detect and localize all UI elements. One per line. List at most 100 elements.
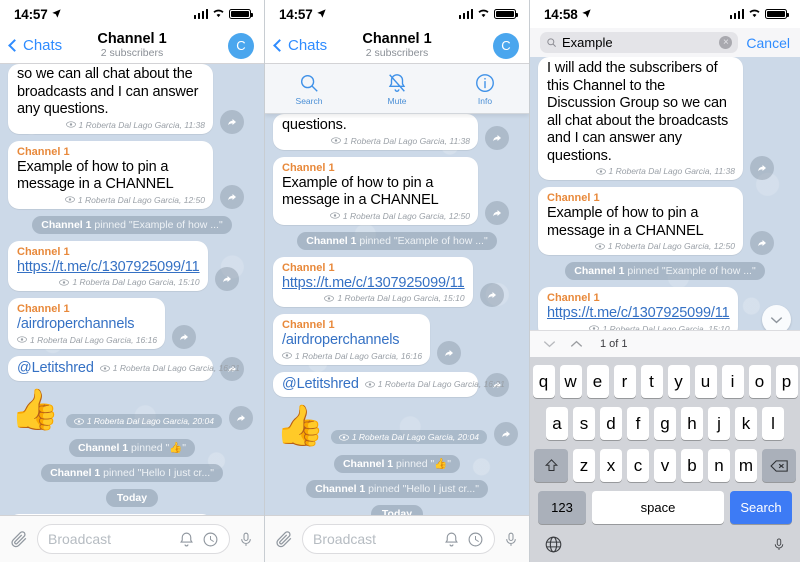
service-sender: Channel 1 [306,234,357,247]
broadcast-input[interactable]: Broadcast [302,524,495,554]
emoji-message[interactable]: 👍 [10,388,60,432]
space-key[interactable]: space [592,491,724,524]
message-list[interactable]: I will add the subscribers of this Chann… [530,57,800,340]
message-list[interactable]: questions. 1 Roberta Dal Lago Garcia, 11… [265,114,529,515]
microphone-icon[interactable] [238,530,254,549]
message-link[interactable]: https://t.me/c/1307925099/11 [282,275,465,293]
search-icon [547,38,556,47]
message-bubble[interactable]: Channel 1 /airdroperchannels 1 Roberta D… [8,298,166,349]
back-to-chats-button[interactable]: Chats [273,37,355,54]
key-o[interactable]: o [748,365,771,398]
message-bubble[interactable]: Channel 1 https://t.me/c/1307925099/11 1… [8,240,208,291]
service-text: pinned "Example of how ..." [624,265,756,277]
avatar[interactable]: C [493,32,519,59]
broadcast-input[interactable]: Broadcast [37,524,230,554]
message-bubble[interactable]: I will add the subscribers of this Chann… [538,57,743,180]
notification-bell-icon[interactable] [443,531,460,548]
message-bubble[interactable]: Channel 1 https://t.me/c/1307925099/11 1… [273,256,473,307]
clear-search-button[interactable]: × [719,36,733,49]
avatar[interactable]: C [228,32,254,59]
key-a[interactable]: a [546,407,568,440]
microphone-icon[interactable] [772,535,786,554]
message-mention[interactable]: @Letitshred [282,376,359,394]
forward-button[interactable] [172,324,197,349]
meta-text: 1 Roberta Dal Lago Garcia, 11:38 [608,166,735,176]
cellular-signal-icon [729,9,744,19]
message-list[interactable]: so we can all chat about the broadcasts … [0,64,264,515]
key-q[interactable]: q [532,365,555,398]
key-x[interactable]: x [600,449,622,482]
key-u[interactable]: u [694,365,717,398]
schedule-clock-icon[interactable] [467,531,484,548]
forward-button[interactable] [750,231,774,255]
key-f[interactable]: f [627,407,649,440]
numbers-key[interactable]: 123 [538,491,586,524]
key-g[interactable]: g [654,407,676,440]
key-i[interactable]: i [721,365,744,398]
key-j[interactable]: j [708,407,730,440]
message-meta: 1 Roberta Dal Lago Garcia, 20:04 [330,430,487,444]
forward-button[interactable] [750,156,774,180]
chevron-up-icon[interactable] [570,340,583,348]
forward-button[interactable] [220,109,244,134]
emoji-message[interactable]: 👍 [275,404,325,448]
action-mute[interactable]: Mute [353,64,441,113]
forward-button[interactable] [493,422,518,446]
chevron-down-icon[interactable] [543,340,556,348]
schedule-clock-icon[interactable] [202,531,219,548]
key-n[interactable]: n [708,449,730,482]
key-d[interactable]: d [600,407,622,440]
message-bubble[interactable]: so we can all chat about the broadcasts … [8,64,213,134]
forward-button[interactable] [214,267,239,291]
cancel-search-button[interactable]: Cancel [746,35,790,51]
key-t[interactable]: t [640,365,663,398]
backspace-key[interactable] [762,449,796,482]
key-c[interactable]: c [627,449,649,482]
key-p[interactable]: p [775,365,798,398]
forward-arrow-icon [180,333,189,340]
forward-arrow-icon [228,118,236,125]
key-l[interactable]: l [762,407,784,440]
action-info[interactable]: Info [441,64,529,113]
attach-paperclip-icon[interactable] [275,530,294,549]
message-bubble[interactable]: Channel 1 Example of how to pin a messag… [8,140,213,209]
forward-button[interactable] [437,340,462,365]
key-b[interactable]: b [681,449,703,482]
search-input[interactable]: Example × [540,32,739,53]
search-action-key[interactable]: Search [730,491,792,524]
key-w[interactable]: w [559,365,582,398]
back-to-chats-button[interactable]: Chats [8,37,90,54]
key-v[interactable]: v [654,449,676,482]
key-k[interactable]: k [735,407,757,440]
message-link[interactable]: https://t.me/c/1307925099/11 [547,305,730,323]
key-e[interactable]: e [586,365,609,398]
attach-paperclip-icon[interactable] [10,530,29,549]
forward-button[interactable] [228,406,253,430]
message-link[interactable]: https://t.me/c/1307925099/11 [17,259,200,277]
message-bubble[interactable]: questions. 1 Roberta Dal Lago Garcia, 11… [273,114,478,150]
microphone-icon[interactable] [503,530,519,549]
shift-key[interactable] [534,449,568,482]
forward-button[interactable] [220,184,244,209]
message-bubble[interactable]: Channel 1 Example of how to pin a messag… [538,187,743,255]
message-mention[interactable]: @Letitshred [17,360,94,378]
action-search[interactable]: Search [265,64,353,113]
message-bubble[interactable]: @Letitshred 1 Roberta Dal Lago Garcia, 1… [8,355,240,381]
message-bubble[interactable]: Channel 1 Example of how to pin a messag… [273,156,478,225]
globe-icon[interactable] [544,535,563,554]
forward-button[interactable] [485,125,509,150]
key-z[interactable]: z [573,449,595,482]
key-m[interactable]: m [735,449,757,482]
message-bubble[interactable]: @Letitshred 1 Roberta Dal Lago Garcia, 1… [273,371,505,397]
forward-button[interactable] [485,200,509,225]
forward-button[interactable] [479,283,504,307]
key-s[interactable]: s [573,407,595,440]
message-text[interactable]: /airdroperchannels [17,316,157,334]
results-count: 1 of 1 [600,338,628,350]
key-h[interactable]: h [681,407,703,440]
message-bubble[interactable]: Channel 1 /airdroperchannels 1 Roberta D… [273,314,431,365]
message-text[interactable]: /airdroperchannels [282,332,422,350]
key-y[interactable]: y [667,365,690,398]
key-r[interactable]: r [613,365,636,398]
notification-bell-icon[interactable] [178,531,195,548]
